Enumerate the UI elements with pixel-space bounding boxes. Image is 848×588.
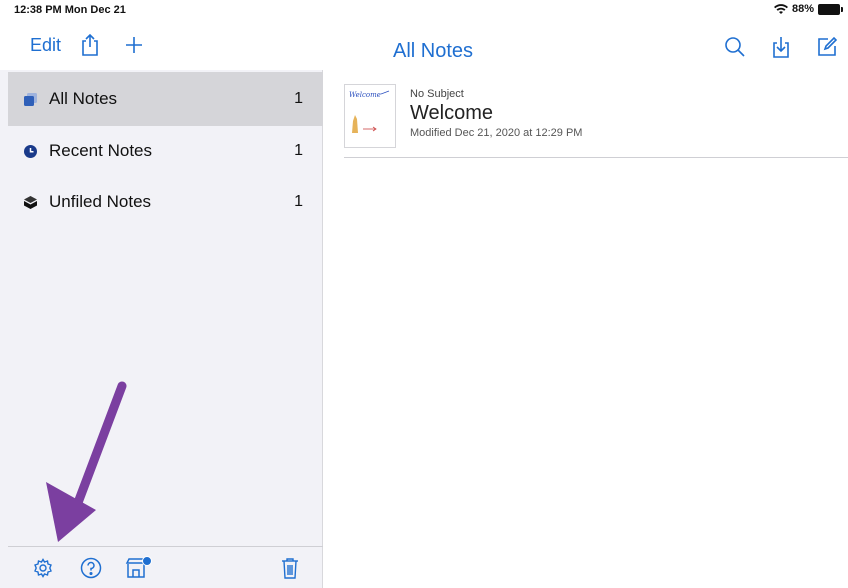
status-time: 12:38 PM Mon Dec 21	[14, 4, 126, 16]
note-thumbnail: Welcome	[344, 84, 396, 148]
sidebar-item-label: Recent Notes	[49, 141, 152, 160]
nav-left-group: Edit	[30, 30, 149, 60]
share-icon[interactable]	[75, 30, 105, 60]
compose-icon[interactable]	[812, 32, 842, 62]
box-icon	[24, 195, 37, 209]
sidebar-item-recent-notes[interactable]: Recent Notes 1	[8, 124, 323, 178]
status-right: 88%	[773, 3, 843, 15]
sidebar-item-label: Unfiled Notes	[49, 192, 152, 211]
note-modified-date: Modified Dec 21, 2020 at 12:29 PM	[410, 127, 583, 139]
gear-icon[interactable]	[28, 553, 58, 583]
note-list: Welcome No Subject Welcome Modified Dec …	[324, 70, 848, 588]
trash-icon[interactable]	[275, 553, 305, 583]
nav-right-group	[720, 32, 842, 62]
note-title: Welcome	[410, 102, 493, 124]
notes-stack-icon	[24, 92, 37, 106]
thumb-handwriting: Welcome	[349, 91, 381, 99]
sidebar-item-count: 1	[294, 193, 303, 210]
wifi-icon	[773, 3, 788, 14]
clock-icon	[24, 144, 37, 158]
add-icon[interactable]	[119, 30, 149, 60]
sidebar-footer-toolbar	[8, 546, 323, 588]
import-icon[interactable]	[766, 32, 796, 62]
status-bar: 12:38 PM Mon Dec 21 88%	[0, 0, 848, 22]
store-icon[interactable]	[124, 553, 154, 583]
battery-percent: 88%	[791, 3, 814, 15]
edit-button[interactable]: Edit	[30, 35, 61, 56]
sidebar-item-unfiled-notes[interactable]: Unfiled Notes 1	[8, 175, 323, 229]
sidebar-item-count: 1	[294, 90, 303, 107]
top-nav-bar: Edit All Notes	[0, 22, 848, 70]
note-list-item[interactable]: Welcome No Subject Welcome Modified Dec …	[344, 82, 848, 158]
battery-icon	[818, 3, 843, 15]
help-icon[interactable]	[76, 553, 106, 583]
search-icon[interactable]	[720, 32, 750, 62]
page-title: All Notes	[393, 40, 474, 62]
sidebar-item-all-notes[interactable]: All Notes 1	[8, 72, 323, 126]
sidebar-item-count: 1	[294, 142, 303, 159]
sidebar-item-label: All Notes	[49, 89, 118, 108]
note-subject: No Subject	[410, 88, 464, 100]
sidebar: All Notes 1 Recent Notes 1 Unfiled Notes…	[0, 70, 323, 588]
